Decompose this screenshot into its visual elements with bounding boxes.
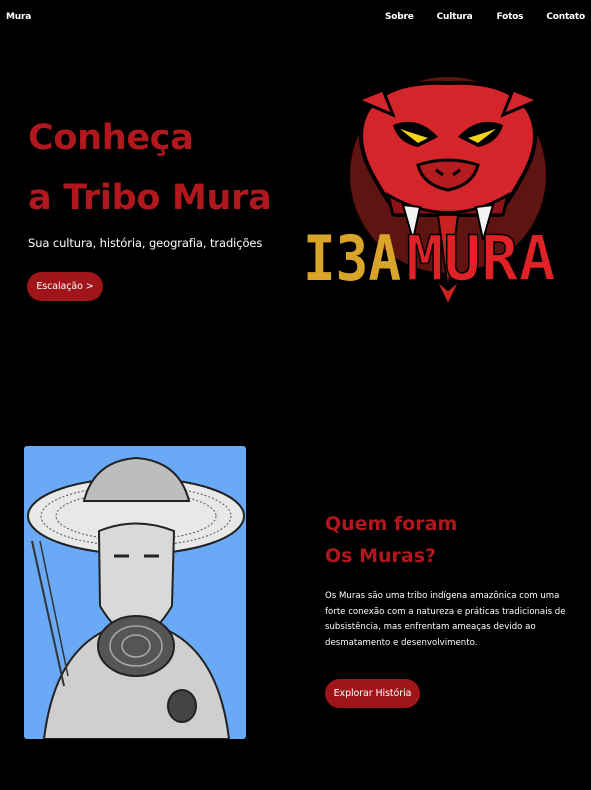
about-title: Quem foram Os Muras? xyxy=(325,512,457,568)
nav-links: Sobre Cultura Fotos Contato xyxy=(385,12,585,22)
nav-link-sobre[interactable]: Sobre xyxy=(385,12,414,22)
logo-text-left: I3A xyxy=(303,222,401,295)
nav-link-contato[interactable]: Contato xyxy=(546,12,585,22)
snake-mura-logo: I3A MURA xyxy=(303,75,557,308)
navbar: Mura Sobre Cultura Fotos Contato xyxy=(0,0,591,34)
nav-link-cultura[interactable]: Cultura xyxy=(437,12,473,22)
nav-link-fotos[interactable]: Fotos xyxy=(497,12,524,22)
page: Mura Sobre Cultura Fotos Contato Conheça… xyxy=(0,0,591,790)
hero-subtitle: Sua cultura, história, geografia, tradiç… xyxy=(28,236,263,250)
about-title-line2: Os Muras? xyxy=(325,545,437,567)
hero-title: Conheça a Tribo Mura xyxy=(28,118,272,218)
explorar-historia-button[interactable]: Explorar História xyxy=(325,679,420,708)
escalacao-button[interactable]: Escalação > xyxy=(27,272,103,301)
hero-title-line1: Conheça xyxy=(28,118,194,158)
brand-logo-text[interactable]: Mura xyxy=(6,12,31,22)
logo-text-right: MURA xyxy=(406,222,556,295)
about-text: Os Muras são uma tribo indígena amazônic… xyxy=(325,591,566,648)
hero-title-line2: a Tribo Mura xyxy=(28,178,272,218)
mura-portrait-image xyxy=(24,446,246,739)
about-title-line1: Quem foram xyxy=(325,513,458,535)
